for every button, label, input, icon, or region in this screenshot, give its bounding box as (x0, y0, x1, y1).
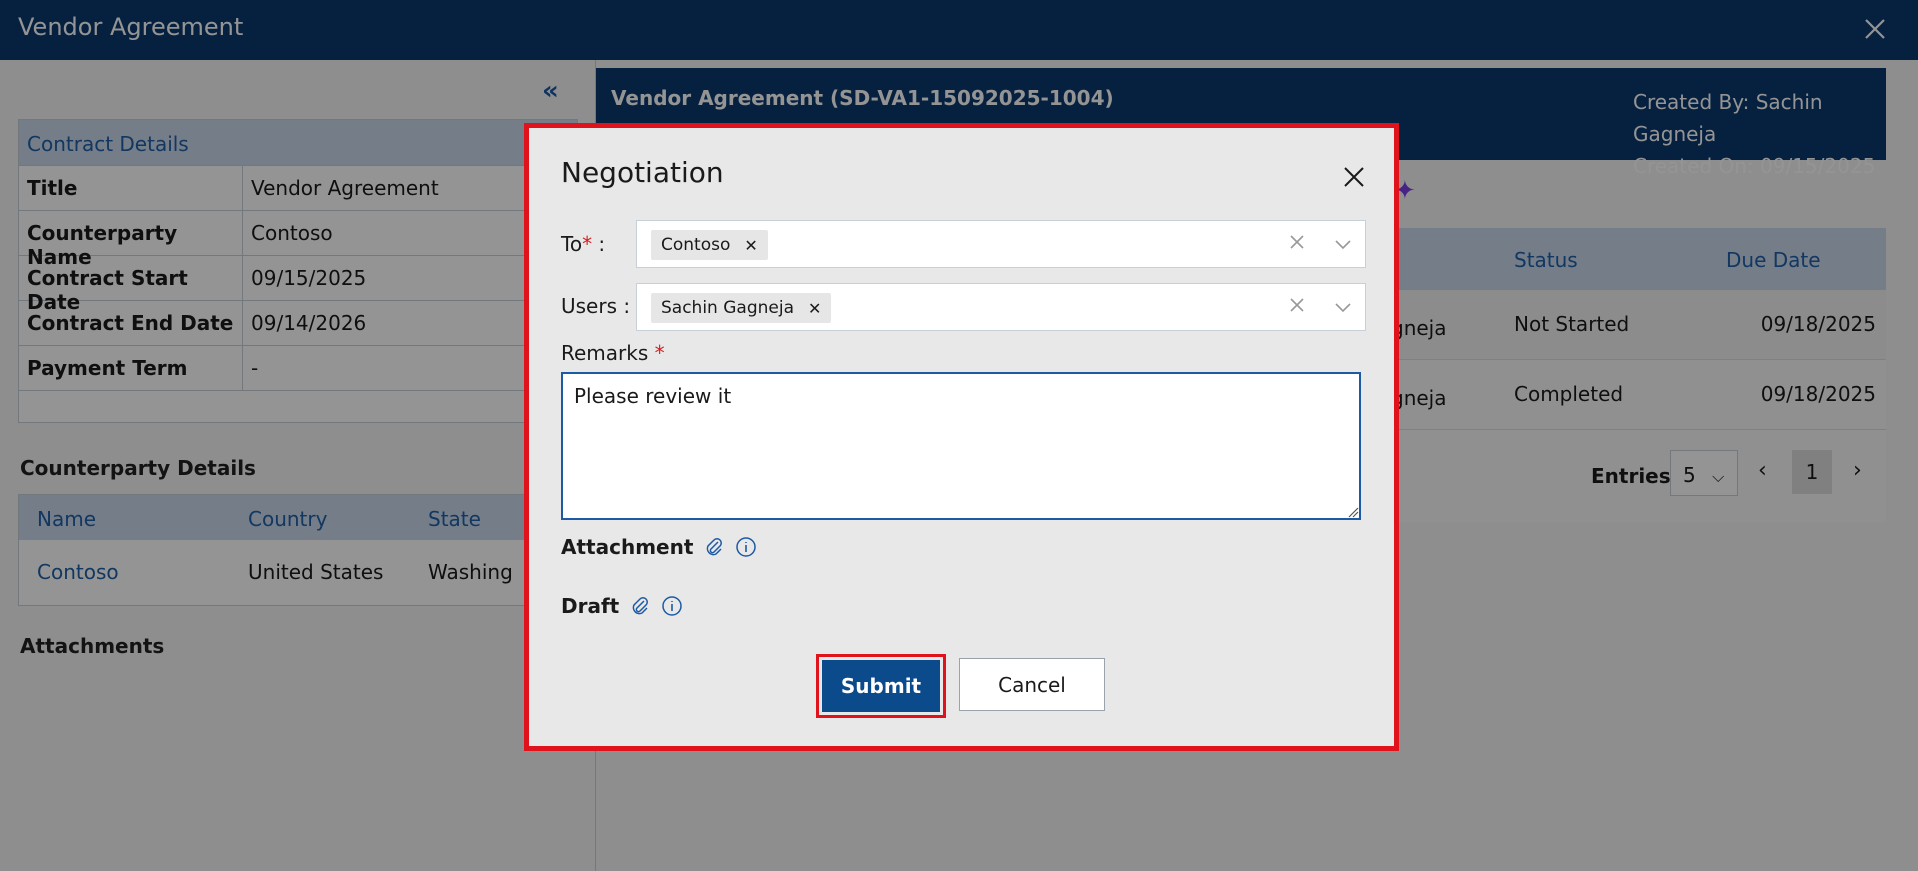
to-multiselect[interactable]: Contoso ✕ (636, 220, 1366, 268)
clear-icon[interactable] (1287, 295, 1307, 315)
selected-chip: Sachin Gagneja ✕ (651, 293, 832, 323)
remove-chip-icon[interactable]: ✕ (744, 236, 757, 255)
selected-chip: Contoso ✕ (651, 230, 768, 260)
draft-row: Draft (561, 594, 683, 618)
chip-label: Contoso (661, 235, 731, 255)
users-multiselect[interactable]: Sachin Gagneja ✕ (636, 283, 1366, 331)
to-field-label: To* : (561, 232, 605, 256)
to-colon: : (592, 232, 606, 256)
info-icon[interactable] (661, 595, 683, 617)
remove-chip-icon[interactable]: ✕ (808, 299, 821, 318)
remarks-label: Remarks * (561, 341, 665, 365)
info-icon[interactable] (735, 536, 757, 558)
clear-icon[interactable] (1287, 232, 1307, 252)
remarks-textarea[interactable]: Please review it (561, 372, 1361, 520)
cancel-button[interactable]: Cancel (959, 658, 1105, 711)
chevron-down-icon[interactable] (1333, 297, 1353, 317)
remarks-label-text: Remarks (561, 341, 649, 365)
draft-label: Draft (561, 594, 620, 618)
attachment-label: Attachment (561, 535, 694, 559)
submit-button[interactable]: Submit (822, 660, 940, 712)
users-field-label: Users : (561, 294, 631, 318)
attachment-row: Attachment (561, 535, 757, 559)
close-dialog-icon[interactable] (1341, 164, 1367, 190)
paperclip-icon[interactable] (629, 595, 651, 617)
resize-grip-icon[interactable] (1347, 506, 1359, 518)
chip-label: Sachin Gagneja (661, 298, 794, 318)
required-marker: * (654, 341, 665, 365)
chevron-down-icon[interactable] (1333, 234, 1353, 254)
required-marker: * (582, 232, 593, 256)
negotiation-dialog: Negotiation To* : Contoso ✕ Users : Sach… (524, 123, 1399, 751)
to-label-text: To (561, 232, 583, 256)
paperclip-icon[interactable] (703, 536, 725, 558)
submit-highlight: Submit (816, 654, 946, 718)
dialog-title: Negotiation (561, 156, 724, 189)
